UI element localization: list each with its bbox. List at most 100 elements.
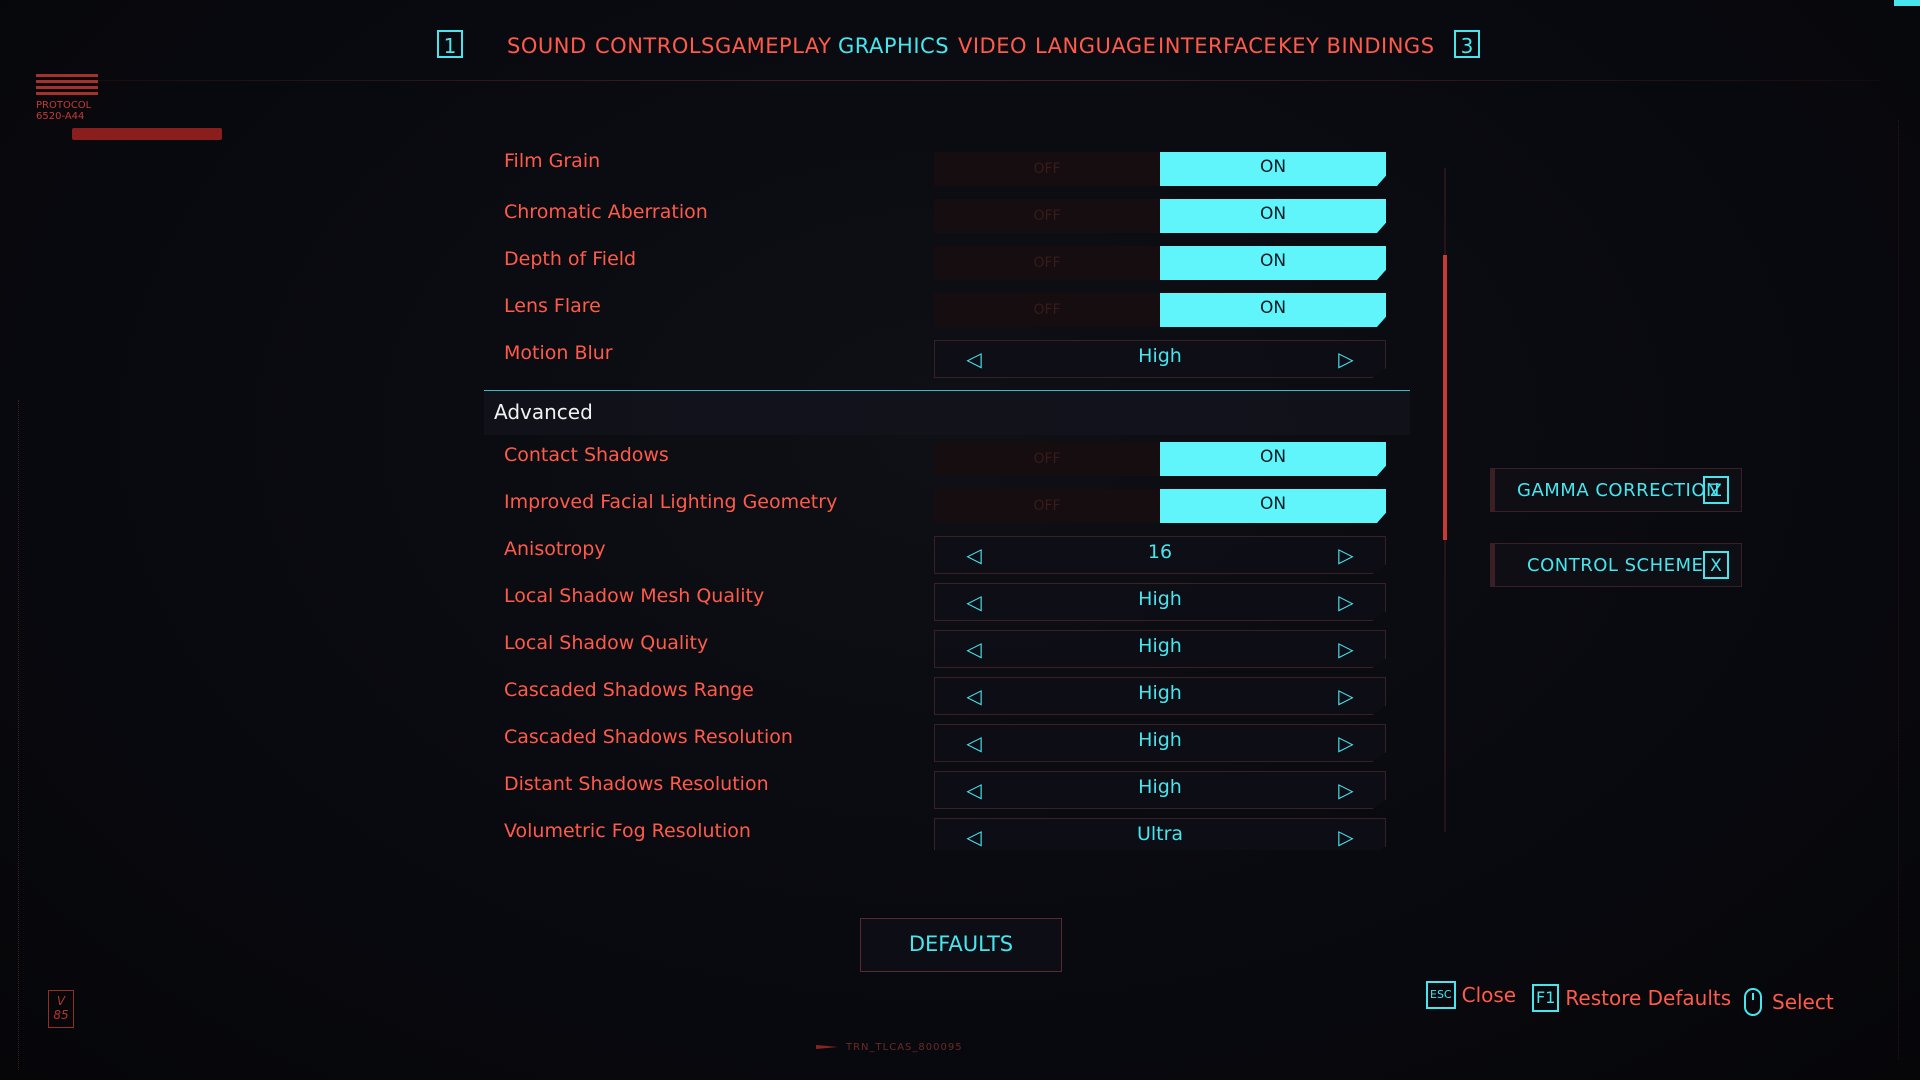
volumetric-fog-resolution-selector[interactable]: ◁ Ultra ▷ (934, 818, 1386, 850)
depth-of-field-toggle[interactable]: OFF ON (934, 246, 1386, 280)
restore-defaults-hint[interactable]: F1 Restore Defaults (1532, 981, 1731, 1015)
setting-row-distant-shadows-resolution: Distant Shadows Resolution ◁ High ▷ (484, 769, 1410, 809)
logo-line1: PROTOCOL (36, 100, 92, 111)
setting-label: Cascaded Shadows Resolution (504, 726, 793, 748)
arrow-right-icon[interactable]: ▷ (1333, 636, 1359, 662)
decorative-red-bar (72, 128, 222, 140)
improved-facial-lighting-toggle[interactable]: OFF ON (934, 489, 1386, 523)
protocol-logo: PROTOCOL 6520-A44 (36, 74, 100, 122)
arrow-right-icon[interactable]: ▷ (1333, 346, 1359, 372)
level-ticks (935, 614, 1385, 616)
toggle-on[interactable]: ON (1160, 442, 1386, 476)
setting-row-film-grain: Film Grain OFF ON (484, 150, 1410, 190)
setting-row-cascaded-shadows-resolution: Cascaded Shadows Resolution ◁ High ▷ (484, 722, 1410, 762)
chromatic-aberration-toggle[interactable]: OFF ON (934, 199, 1386, 233)
setting-row-anisotropy: Anisotropy ◁ 16 ▷ (484, 534, 1410, 574)
toggle-off[interactable]: OFF (934, 246, 1160, 280)
setting-row-motion-blur: Motion Blur ◁ High ▷ (484, 338, 1410, 378)
setting-row-depth-of-field: Depth of Field OFF ON (484, 244, 1410, 284)
tab-graphics[interactable]: GRAPHICS (838, 34, 949, 58)
right-rail (1898, 120, 1901, 1060)
mouse-icon (1744, 988, 1762, 1016)
nav-divider (40, 80, 1880, 81)
setting-label: Local Shadow Mesh Quality (504, 585, 765, 607)
cascaded-shadows-range-selector[interactable]: ◁ High ▷ (934, 677, 1386, 715)
close-hint[interactable]: ESC Close (1426, 978, 1516, 1012)
motion-blur-selector[interactable]: ◁ High ▷ (934, 340, 1386, 378)
tab-key-bindings[interactable]: KEY BINDINGS (1278, 34, 1435, 58)
arrow-right-icon[interactable]: ▷ (1333, 589, 1359, 615)
selector-value: High (1138, 776, 1182, 798)
toggle-on[interactable]: ON (1160, 489, 1386, 523)
tab-interface[interactable]: INTERFACE (1158, 34, 1277, 58)
key-hint: Z (1703, 476, 1729, 504)
cascaded-shadows-resolution-selector[interactable]: ◁ High ▷ (934, 724, 1386, 762)
toggle-off[interactable]: OFF (934, 293, 1160, 327)
toggle-off[interactable]: OFF (934, 152, 1160, 186)
tab-video[interactable]: VIDEO (958, 34, 1027, 58)
tab-sound[interactable]: SOUND (507, 34, 587, 58)
setting-label: Local Shadow Quality (504, 632, 709, 654)
section-title: Advanced (494, 400, 593, 424)
arrow-right-icon[interactable]: ▷ (1333, 777, 1359, 803)
version-badge: V 85 (48, 990, 74, 1028)
setting-label: Contact Shadows (504, 444, 669, 466)
setting-row-volumetric-fog-resolution: Volumetric Fog Resolution ◁ Ultra ▷ (484, 816, 1410, 850)
film-grain-toggle[interactable]: OFF ON (934, 152, 1386, 186)
toggle-on[interactable]: ON (1160, 246, 1386, 280)
selector-value: 16 (1147, 541, 1173, 563)
hint-label: Select (1772, 990, 1834, 1014)
setting-label: Lens Flare (504, 295, 601, 317)
toggle-off[interactable]: OFF (934, 442, 1160, 476)
button-label: CONTROL SCHEME (1527, 555, 1704, 576)
selector-value: High (1138, 588, 1182, 610)
defaults-button[interactable]: DEFAULTS (860, 918, 1062, 972)
contact-shadows-toggle[interactable]: OFF ON (934, 442, 1386, 476)
local-shadow-mesh-selector[interactable]: ◁ High ▷ (934, 583, 1386, 621)
left-rail (18, 400, 43, 1070)
tab-controls[interactable]: CONTROLS (595, 34, 715, 58)
arrow-right-icon[interactable]: ▷ (1333, 824, 1359, 850)
setting-row-local-shadow-mesh: Local Shadow Mesh Quality ◁ High ▷ (484, 581, 1410, 621)
arrow-right-icon[interactable]: ▷ (1333, 730, 1359, 756)
hint-label: Restore Defaults (1565, 986, 1732, 1010)
f1-key-icon: F1 (1532, 984, 1560, 1012)
tab-language[interactable]: LANGUAGE (1035, 34, 1156, 58)
level-ticks (935, 371, 1385, 373)
logo-line2: 6520-A44 (36, 111, 85, 122)
toggle-off[interactable]: OFF (934, 489, 1160, 523)
top-nav: 1 SOUND CONTROLS GAMEPLAY GRAPHICS VIDEO… (0, 28, 1920, 68)
toggle-on[interactable]: ON (1160, 293, 1386, 327)
level-ticks (935, 567, 1385, 569)
lens-flare-toggle[interactable]: OFF ON (934, 293, 1386, 327)
prev-tab-key[interactable]: 1 (437, 30, 463, 58)
tab-gameplay[interactable]: GAMEPLAY (715, 34, 831, 58)
toggle-on[interactable]: ON (1160, 152, 1386, 186)
key-hint: X (1703, 551, 1729, 579)
setting-row-contact-shadows: Contact Shadows OFF ON (484, 440, 1410, 480)
bottom-code: TRN_TLCAS_800095 (816, 1042, 963, 1053)
local-shadow-quality-selector[interactable]: ◁ High ▷ (934, 630, 1386, 668)
esc-key-icon: ESC (1426, 981, 1456, 1009)
section-advanced: Advanced (484, 390, 1410, 435)
select-hint[interactable]: Select (1744, 985, 1834, 1019)
setting-row-improved-facial-lighting: Improved Facial Lighting Geometry OFF ON (484, 487, 1410, 527)
arrow-right-icon[interactable]: ▷ (1333, 542, 1359, 568)
distant-shadows-resolution-selector[interactable]: ◁ High ▷ (934, 771, 1386, 809)
setting-row-cascaded-shadows-range: Cascaded Shadows Range ◁ High ▷ (484, 675, 1410, 715)
corner-accent (1894, 0, 1920, 6)
anisotropy-selector[interactable]: ◁ 16 ▷ (934, 536, 1386, 574)
gamma-correction-button[interactable]: GAMMA CORRECTION Z (1490, 468, 1742, 512)
selector-value: High (1138, 729, 1182, 751)
setting-label: Film Grain (504, 150, 601, 172)
scrollbar-thumb[interactable] (1443, 255, 1447, 540)
setting-label: Distant Shadows Resolution (504, 773, 769, 795)
arrow-right-icon[interactable]: ▷ (1333, 683, 1359, 709)
toggle-off[interactable]: OFF (934, 199, 1160, 233)
setting-label: Cascaded Shadows Range (504, 679, 754, 701)
toggle-on[interactable]: ON (1160, 199, 1386, 233)
button-edge (1491, 469, 1495, 511)
setting-label: Depth of Field (504, 248, 637, 270)
control-scheme-button[interactable]: CONTROL SCHEME X (1490, 543, 1742, 587)
next-tab-key[interactable]: 3 (1454, 30, 1480, 58)
